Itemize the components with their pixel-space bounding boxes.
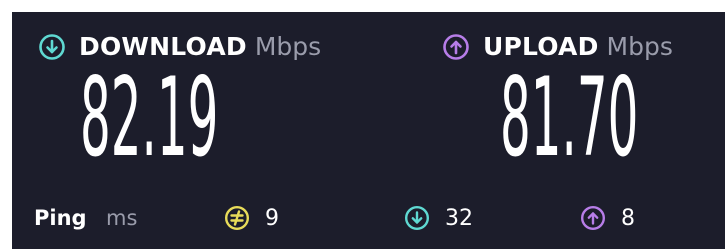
download-metric: DOWNLOAD Mbps 82.19 (12, 12, 372, 202)
idle-latency-value: 9 (265, 205, 279, 231)
ping-row: Ping ms 9 32 8 (12, 198, 725, 238)
idle-latency: 9 (224, 205, 279, 231)
upload-metric: UPLOAD Mbps 81.70 (372, 12, 725, 202)
download-unit: Mbps (254, 32, 322, 61)
upload-arrow-circle-icon (442, 33, 470, 61)
download-latency: 32 (404, 205, 473, 231)
idle-latency-icon (224, 205, 250, 231)
ping-unit: ms (106, 206, 138, 230)
download-latency-value: 32 (445, 205, 473, 231)
upload-speed-value: 81.70 (500, 55, 639, 182)
upload-latency-value: 8 (621, 205, 635, 231)
download-arrow-circle-icon (404, 205, 430, 231)
upload-arrow-circle-icon (580, 205, 606, 231)
speedtest-results-panel: DOWNLOAD Mbps 82.19 UPLOAD Mbps 81.70 Pi… (12, 12, 725, 249)
download-speed-value: 82.19 (80, 55, 219, 182)
download-arrow-circle-icon (38, 33, 66, 61)
upload-latency: 8 (580, 205, 635, 231)
ping-label: Ping (34, 206, 87, 230)
